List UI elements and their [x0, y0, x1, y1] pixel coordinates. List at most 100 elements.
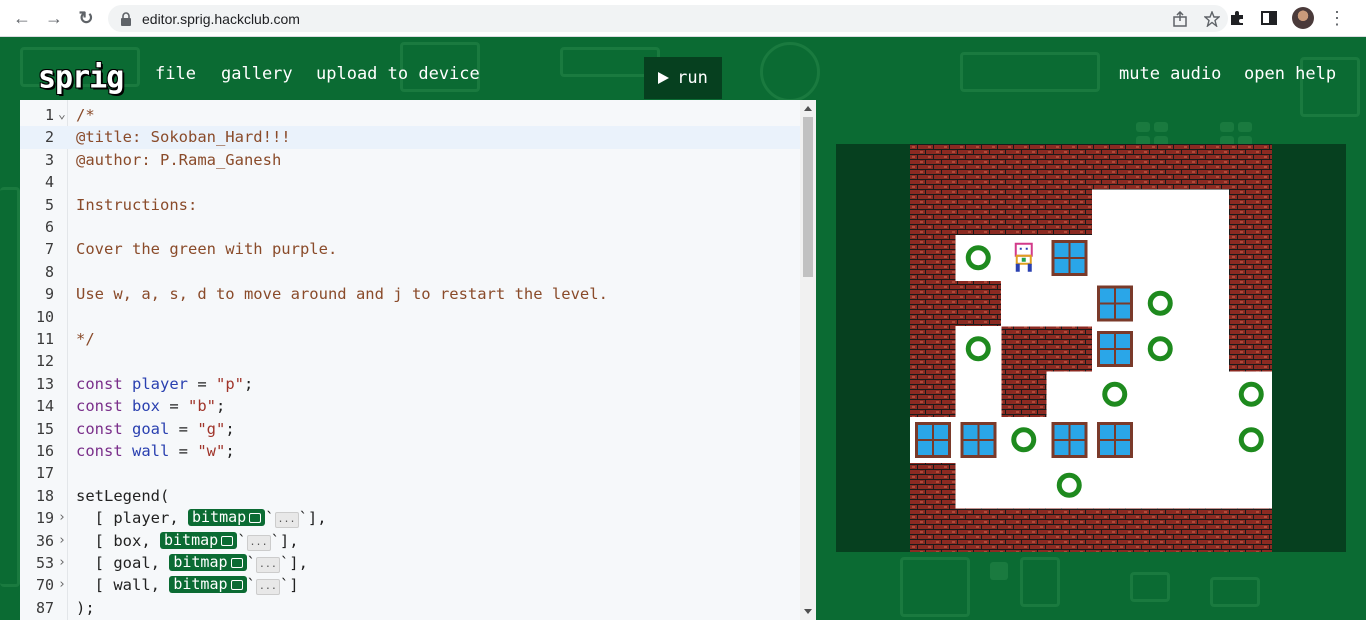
bitmap-widget[interactable]: bitmap — [169, 554, 247, 571]
line-number: 15 — [35, 419, 54, 438]
code-text: */ — [76, 330, 95, 348]
line-number: 17 — [35, 464, 54, 483]
more-menu-icon[interactable]: ⋮ — [1328, 8, 1346, 29]
floor-tile — [1137, 417, 1184, 463]
reload-icon[interactable]: ↻ — [70, 2, 102, 34]
code-line[interactable]: 4 — [20, 171, 800, 193]
floor-tile — [1046, 371, 1093, 418]
code-text: const player = "p"; — [76, 374, 254, 393]
arrow-left-icon[interactable]: ← — [6, 2, 38, 34]
line-number: 11 — [35, 330, 54, 348]
code-line[interactable]: 70 › [ wall, bitmap `... `] — [20, 574, 800, 596]
fold-closed-icon[interactable]: › — [58, 507, 66, 529]
code-line[interactable]: 3 @author: P.Rama_Ganesh — [20, 149, 800, 171]
address-bar[interactable]: editor.sprig.hackclub.com — [108, 5, 1228, 32]
profile-avatar[interactable] — [1292, 7, 1314, 29]
game-canvas[interactable] — [910, 144, 1272, 552]
code-line[interactable]: 17 — [20, 462, 800, 484]
code-text: Cover the green with purple. — [76, 240, 338, 259]
sprig-logo[interactable]: sprig — [38, 59, 124, 96]
image-icon — [221, 535, 234, 546]
scroll-thumb[interactable] — [803, 117, 813, 277]
mute-audio-button[interactable]: mute audio — [1119, 64, 1221, 84]
code-text: @title: Sokoban_Hard!!! — [76, 128, 291, 147]
collapsed-bitmap[interactable]: ... — [246, 534, 271, 551]
code-line[interactable]: 36 › [ box, bitmap `... `], — [20, 530, 800, 552]
bitmap-widget[interactable]: bitmap — [169, 576, 247, 594]
code-line[interactable]: 6 — [20, 216, 800, 238]
menu-gallery[interactable]: gallery — [221, 64, 293, 84]
floor-tile — [1137, 371, 1184, 418]
code-line[interactable]: 16 const wall = "w"; — [20, 440, 800, 462]
code-line[interactable]: 10 — [20, 306, 800, 328]
floor-tile — [1092, 371, 1138, 418]
line-number: 16 — [35, 442, 54, 460]
collapsed-bitmap[interactable]: ... — [255, 557, 280, 573]
line-number: 87 — [35, 598, 54, 617]
code-text: ); — [76, 598, 95, 617]
collapsed-bitmap[interactable]: ... — [274, 512, 299, 529]
floor-tile — [1137, 326, 1184, 372]
code-line[interactable]: 87); — [20, 597, 800, 619]
line-number: 14 — [35, 397, 54, 416]
editor-scrollbar[interactable] — [800, 100, 816, 620]
box-tile — [915, 422, 951, 458]
code-line[interactable]: 13 const player = "p"; — [20, 373, 800, 395]
bitmap-widget[interactable]: bitmap — [187, 509, 266, 527]
run-button[interactable]: run — [644, 57, 722, 99]
image-icon — [230, 580, 243, 591]
floor-tile — [1183, 235, 1229, 281]
scroll-down-icon[interactable] — [804, 609, 812, 614]
code-text: Use w, a, s, d to move around and j to r… — [76, 285, 608, 304]
floor-tile — [1001, 280, 1047, 327]
code-line[interactable]: 1 ⌄ /* — [20, 104, 800, 126]
line-number: 13 — [35, 374, 54, 393]
code-text: [ player, bitmap `... `], — [76, 508, 327, 529]
box-tile — [1097, 422, 1133, 458]
code-line[interactable]: 2 @title: Sokoban_Hard!!! — [20, 126, 800, 149]
code-line[interactable]: 7 Cover the green with purple. — [20, 238, 800, 260]
fold-open-icon[interactable]: ⌄ — [58, 104, 66, 126]
code-line[interactable]: 19 › [ player, bitmap `... `], — [20, 507, 800, 529]
bitmap-widget[interactable]: bitmap — [160, 531, 238, 549]
fold-closed-icon[interactable]: › — [58, 530, 66, 552]
line-number: 4 — [44, 173, 54, 192]
arrow-right-icon[interactable]: → — [38, 2, 70, 34]
open-help-button[interactable]: open help — [1244, 64, 1336, 84]
side-panel-icon[interactable] — [1260, 9, 1278, 27]
code-line[interactable]: 5 Instructions: — [20, 194, 800, 216]
code-line[interactable]: 12 — [20, 350, 800, 372]
fold-closed-icon[interactable]: › — [58, 552, 66, 574]
code-line[interactable]: 18 setLegend( — [20, 485, 800, 507]
floor-tile — [955, 235, 1002, 281]
extensions-icon[interactable] — [1228, 9, 1246, 27]
floor-tile — [955, 462, 1002, 509]
code-line[interactable]: 8 — [20, 261, 800, 283]
code-text: /* — [76, 106, 95, 124]
box-tile — [1097, 331, 1133, 367]
floor-tile — [1001, 462, 1047, 509]
line-number: 3 — [44, 150, 54, 169]
code-line[interactable]: 9 Use w, a, s, d to move around and j to … — [20, 283, 800, 305]
share-icon[interactable] — [1172, 10, 1188, 27]
code-line[interactable]: 14 const box = "b"; — [20, 395, 800, 417]
star-icon[interactable] — [1204, 10, 1220, 27]
code-line[interactable]: 15 const goal = "g"; — [20, 418, 800, 440]
collapsed-bitmap[interactable]: ... — [255, 579, 280, 596]
line-number: 19 — [35, 509, 54, 528]
floor-tile — [1137, 189, 1184, 236]
code-line[interactable]: 53 › [ goal, bitmap `... `], — [20, 552, 800, 574]
fold-closed-icon[interactable]: › — [58, 574, 66, 596]
line-number: 36 — [35, 531, 54, 550]
line-number: 18 — [35, 486, 54, 505]
browser-toolbar: ← → ↻ editor.sprig.hackclub.com ⋮ — [0, 0, 1366, 37]
code-line[interactable]: 11 */ — [20, 328, 800, 350]
menu-upload-to-device[interactable]: upload to device — [316, 64, 480, 84]
floor-tile — [1137, 280, 1184, 327]
floor-tile — [1183, 326, 1229, 372]
line-number: 1 — [44, 106, 54, 124]
scroll-up-icon[interactable] — [804, 106, 812, 111]
image-icon — [230, 558, 243, 568]
code-editor[interactable]: 1 ⌄ /* 2 @title: Sokoban_Hard!!! 3 @author: P.… — [20, 100, 816, 620]
menu-file[interactable]: file — [155, 64, 196, 84]
